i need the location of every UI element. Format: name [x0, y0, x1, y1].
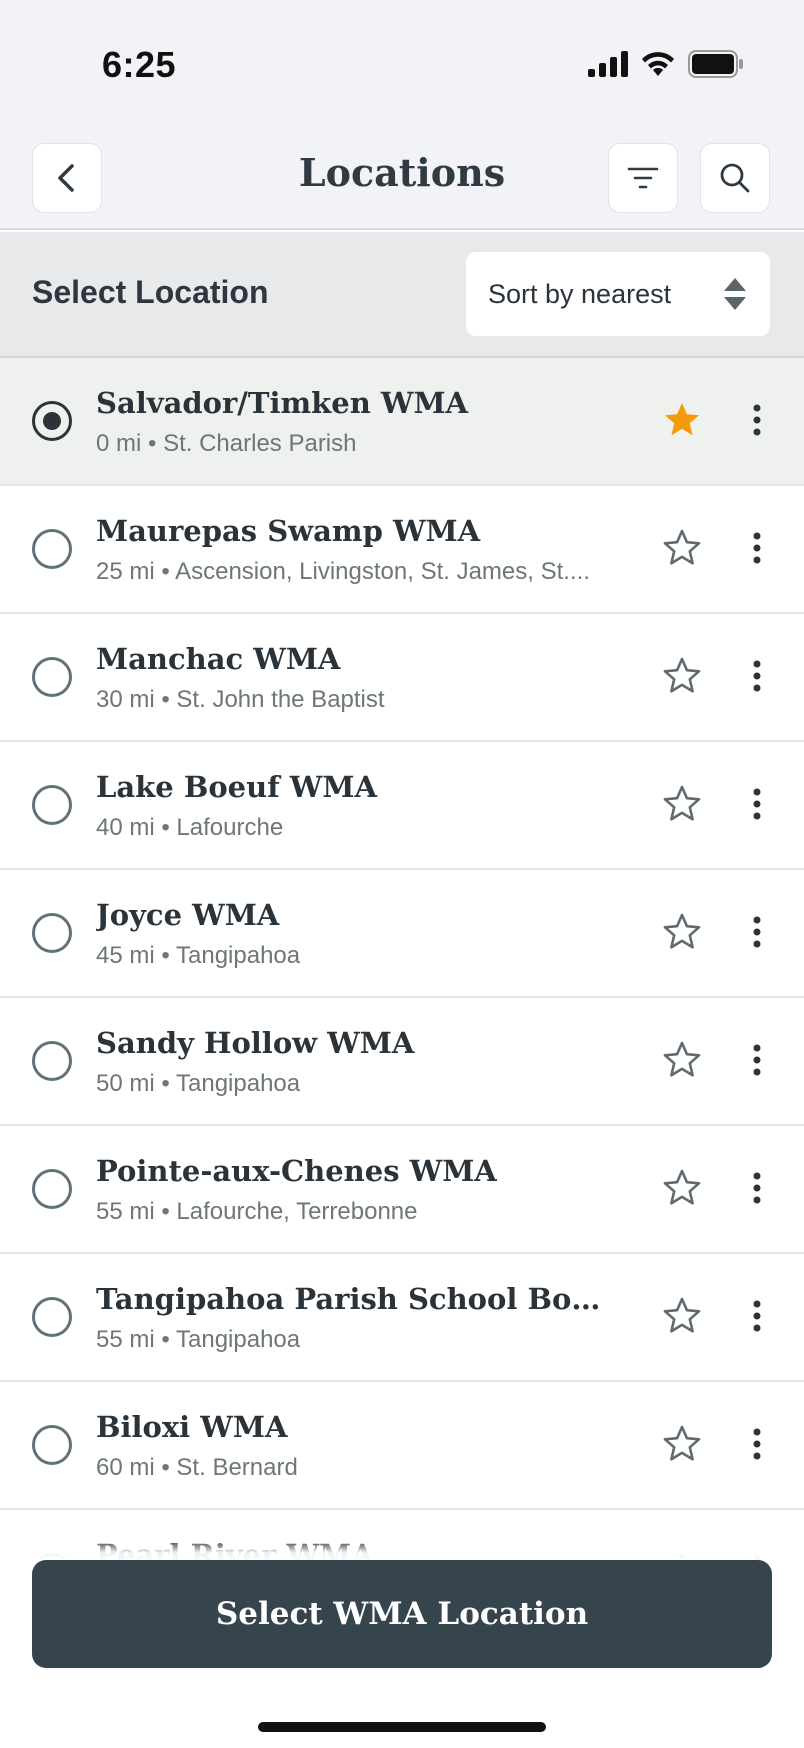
- location-radio[interactable]: [32, 401, 72, 441]
- location-name: Lake Boeuf WMA: [96, 770, 377, 804]
- location-distance-parish: 0 mi • St. Charles Parish: [96, 430, 357, 457]
- location-radio[interactable]: [32, 1425, 72, 1465]
- home-indicator: [258, 1722, 546, 1732]
- location-radio[interactable]: [32, 1041, 72, 1081]
- filter-icon: [627, 167, 659, 189]
- location-distance-parish: 55 mi • Lafourche, Terrebonne: [96, 1198, 418, 1225]
- star-outline-icon[interactable]: [662, 1040, 702, 1080]
- location-name: Manchac WMA: [96, 642, 341, 676]
- location-row[interactable]: Manchac WMA 30 mi • St. John the Baptist: [0, 614, 804, 742]
- location-list: Salvador/Timken WMA 0 mi • St. Charles Pa…: [0, 358, 804, 1638]
- location-distance-parish: 40 mi • Lafourche: [96, 814, 284, 841]
- filter-button[interactable]: [608, 143, 678, 213]
- select-wma-location-button[interactable]: Select WMA Location: [32, 1560, 772, 1668]
- sort-dropdown[interactable]: Sort by nearest: [466, 252, 770, 336]
- location-radio[interactable]: [32, 785, 72, 825]
- location-distance-parish: 30 mi • St. John the Baptist: [96, 686, 385, 713]
- location-name: Tangipahoa Parish School Board W...: [96, 1282, 616, 1316]
- location-radio[interactable]: [32, 1297, 72, 1337]
- location-radio[interactable]: [32, 529, 72, 569]
- location-radio[interactable]: [32, 1169, 72, 1209]
- more-options-icon[interactable]: [742, 912, 772, 952]
- search-button[interactable]: [700, 143, 770, 213]
- star-outline-icon[interactable]: [662, 784, 702, 824]
- more-options-icon[interactable]: [742, 1296, 772, 1336]
- bottom-action-area: Select WMA Location: [0, 1540, 804, 1748]
- wifi-icon: [642, 52, 674, 76]
- star-outline-icon[interactable]: [662, 1168, 702, 1208]
- location-distance-parish: 50 mi • Tangipahoa: [96, 1070, 301, 1097]
- star-outline-icon[interactable]: [662, 528, 702, 568]
- location-row[interactable]: Joyce WMA 45 mi • Tangipahoa: [0, 870, 804, 998]
- page-title: Locations: [298, 150, 506, 195]
- location-name: Sandy Hollow WMA: [96, 1026, 415, 1060]
- more-options-icon[interactable]: [742, 528, 772, 568]
- section-title: Select Location: [32, 274, 269, 310]
- select-location-header: Select Location Sort by nearest: [0, 232, 804, 358]
- status-bar: 6:25: [0, 0, 804, 130]
- search-icon: [720, 163, 750, 193]
- star-outline-icon[interactable]: [662, 912, 702, 952]
- more-options-icon[interactable]: [742, 1424, 772, 1464]
- location-row[interactable]: Sandy Hollow WMA 50 mi • Tangipahoa: [0, 998, 804, 1126]
- location-distance-parish: 55 mi • Tangipahoa: [96, 1326, 301, 1353]
- star-outline-icon[interactable]: [662, 1296, 702, 1336]
- location-distance-parish: 60 mi • St. Bernard: [96, 1454, 298, 1481]
- location-radio[interactable]: [32, 657, 72, 697]
- more-options-icon[interactable]: [742, 784, 772, 824]
- star-filled-icon[interactable]: [662, 400, 702, 440]
- location-row[interactable]: Biloxi WMA 60 mi • St. Bernard: [0, 1382, 804, 1510]
- location-distance-parish: 25 mi • Ascension, Livingston, St. James…: [96, 558, 590, 585]
- location-row[interactable]: Tangipahoa Parish School Board W... 55 mi…: [0, 1254, 804, 1382]
- location-row[interactable]: Lake Boeuf WMA 40 mi • Lafourche: [0, 742, 804, 870]
- more-options-icon[interactable]: [742, 656, 772, 696]
- location-row[interactable]: Salvador/Timken WMA 0 mi • St. Charles Pa…: [0, 358, 804, 486]
- location-row[interactable]: Pointe-aux-Chenes WMA 55 mi • Lafourche, …: [0, 1126, 804, 1254]
- more-options-icon[interactable]: [742, 1040, 772, 1080]
- sort-arrows-icon: [724, 278, 746, 310]
- location-name: Joyce WMA: [96, 898, 280, 932]
- location-name: Pointe-aux-Chenes WMA: [96, 1154, 497, 1188]
- status-icons: [588, 50, 744, 78]
- sort-label: Sort by nearest: [488, 278, 672, 309]
- nav-bar: Locations: [0, 130, 804, 230]
- cellular-signal-icon: [588, 51, 628, 77]
- star-outline-icon[interactable]: [662, 1424, 702, 1464]
- location-distance-parish: 45 mi • Tangipahoa: [96, 942, 301, 969]
- location-name: Salvador/Timken WMA: [96, 386, 469, 420]
- location-name: Biloxi WMA: [96, 1410, 288, 1444]
- location-row[interactable]: Maurepas Swamp WMA 25 mi • Ascension, Liv…: [0, 486, 804, 614]
- location-name: Maurepas Swamp WMA: [96, 514, 481, 548]
- battery-icon: [688, 50, 743, 78]
- more-options-icon[interactable]: [742, 400, 772, 440]
- location-radio[interactable]: [32, 913, 72, 953]
- star-outline-icon[interactable]: [662, 656, 702, 696]
- status-time: 6:25: [102, 44, 177, 85]
- more-options-icon[interactable]: [742, 1168, 772, 1208]
